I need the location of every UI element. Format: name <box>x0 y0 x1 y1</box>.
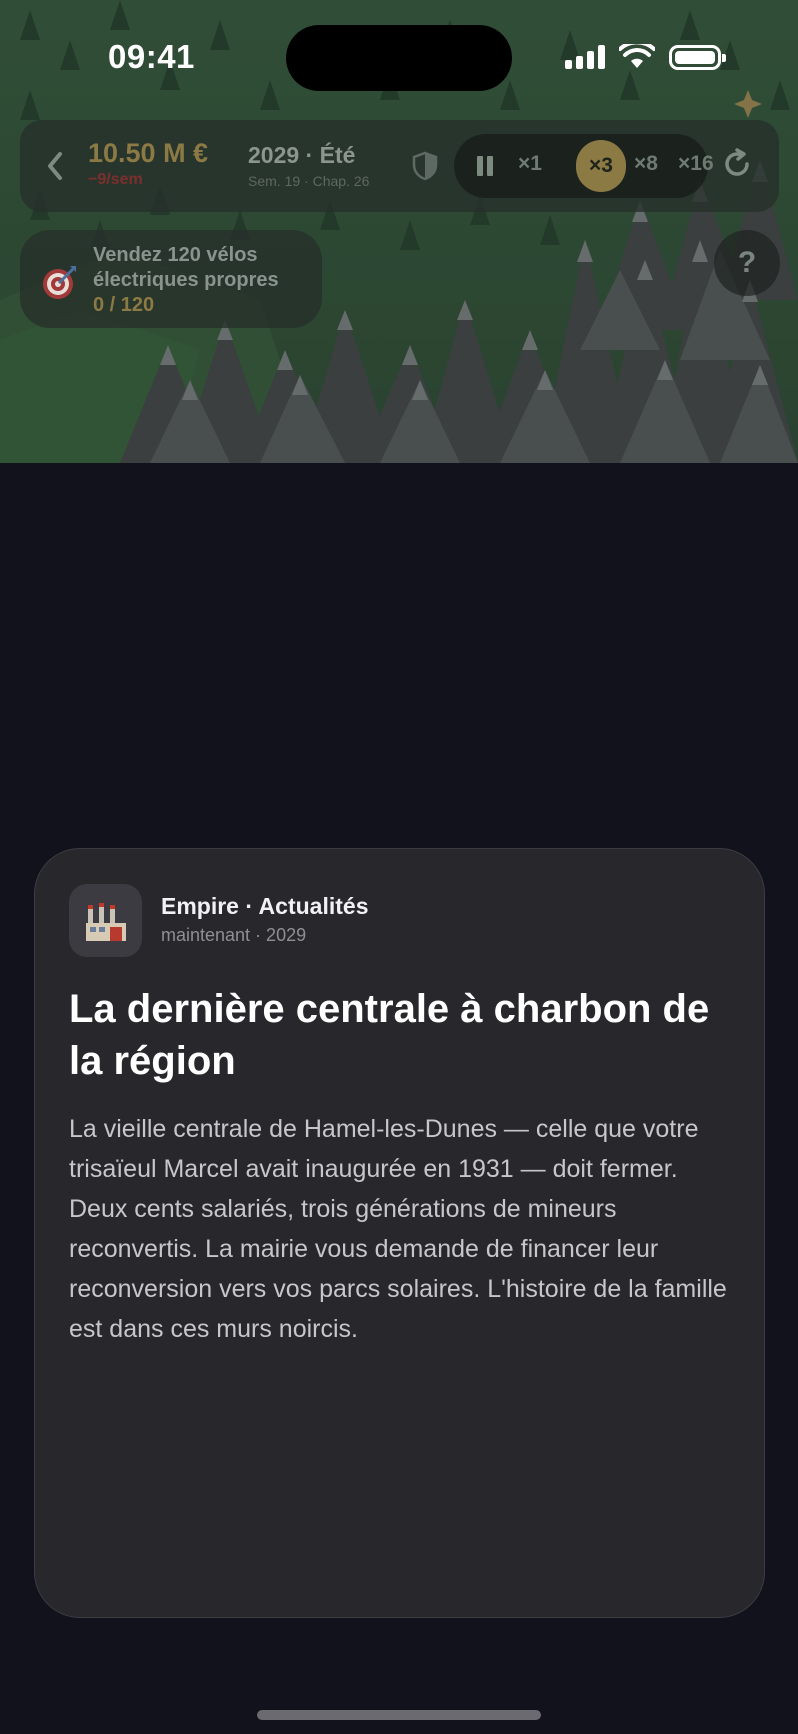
speed-x3-button[interactable]: ×3 <box>576 140 626 192</box>
date-display: 2029 · Été Sem. 19 · Chap. 26 <box>248 142 369 189</box>
help-button[interactable]: ? <box>714 230 780 296</box>
status-icons <box>565 44 726 70</box>
reset-icon[interactable] <box>720 147 754 181</box>
money-rate: −9/sem <box>88 171 143 188</box>
target-icon <box>43 266 76 299</box>
news-source: Empire · Actualités <box>161 893 369 919</box>
screen: 09:41 10.50 M € −9/sem 2029 · Été Sem. 1… <box>0 0 798 1734</box>
objective-pill[interactable]: Vendez 120 vélos électriques propres 0 /… <box>20 230 322 328</box>
battery-icon <box>669 44 726 70</box>
status-bar: 09:41 <box>0 0 798 118</box>
wifi-icon <box>619 44 655 68</box>
home-indicator[interactable] <box>257 1710 541 1720</box>
date-week-chapter: Sem. 19 · Chap. 26 <box>248 173 370 189</box>
money-amount: 10.50 M € <box>88 138 209 168</box>
shield-icon[interactable] <box>412 151 438 181</box>
back-chevron-icon[interactable] <box>40 148 74 184</box>
pause-icon[interactable] <box>474 154 496 178</box>
date-season: 2029 · Été <box>248 142 356 168</box>
dynamic-island <box>286 25 512 91</box>
money-display: 10.50 M € −9/sem <box>88 138 208 189</box>
news-meta: maintenant · 2029 <box>161 925 307 945</box>
news-card[interactable]: Empire · Actualités maintenant · 2029 La… <box>34 848 765 1618</box>
factory-icon <box>86 903 126 941</box>
objective-progress: 0 / 120 <box>93 294 155 316</box>
objective-text: Vendez 120 vélos électriques propres 0 /… <box>93 243 318 318</box>
hud-bar: 10.50 M € −9/sem 2029 · Été Sem. 19 · Ch… <box>20 120 779 212</box>
objective-line2: électriques propres <box>93 269 279 291</box>
status-time: 09:41 <box>108 38 195 75</box>
speed-x16-button[interactable]: ×16 <box>678 152 714 176</box>
news-app-icon <box>69 884 142 957</box>
speed-x8-button[interactable]: ×8 <box>634 152 658 176</box>
news-body: La vieille centrale de Hamel-les-Dunes —… <box>69 1115 727 1343</box>
news-headline: La dernière centrale à charbon de la rég… <box>69 987 710 1083</box>
objective-line1: Vendez 120 vélos <box>93 244 258 266</box>
speed-selector: ×1 ×3 ×8 ×16 <box>454 134 714 198</box>
cellular-signal-icon <box>565 45 605 69</box>
speed-x1-button[interactable]: ×1 <box>518 152 542 176</box>
